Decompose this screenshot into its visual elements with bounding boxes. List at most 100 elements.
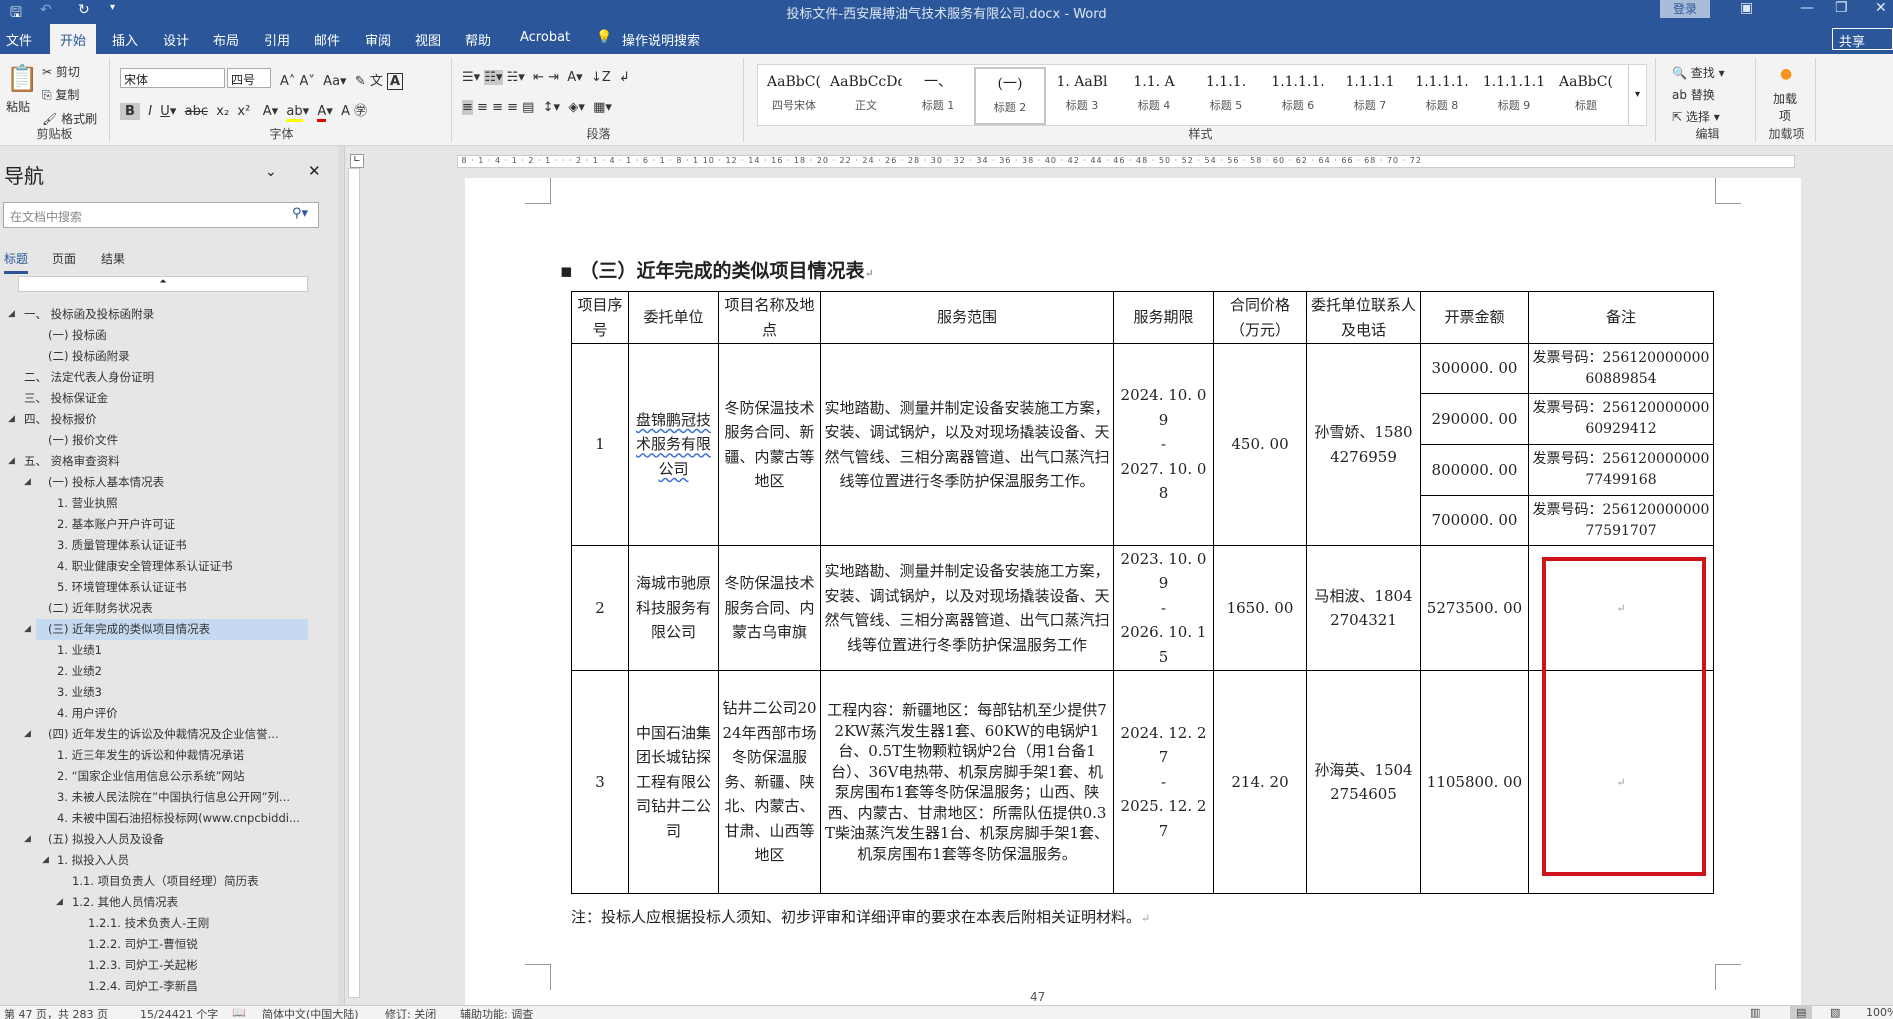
font-size-select[interactable]: 四号	[227, 68, 271, 88]
copy-button[interactable]: ⎘ 复制	[42, 86, 79, 103]
select-button[interactable]: ⇱ 选择 ▾	[1672, 108, 1720, 125]
paste-button[interactable]: 粘贴	[6, 98, 30, 115]
nav-heading-item[interactable]: (三) 近年完成的类似项目情况表	[36, 619, 308, 640]
accessibility-status[interactable]: 辅助功能: 调查	[460, 1006, 533, 1019]
style-item[interactable]: (一) 标题 2	[974, 67, 1046, 125]
style-item[interactable]: 1.1.1.1 标题 7	[1334, 67, 1406, 125]
nav-heading-item[interactable]: 1.2.3. 司炉工-关起彬	[0, 955, 310, 976]
expand-triangle-icon[interactable]: ◢	[8, 414, 15, 424]
expand-triangle-icon[interactable]: ◢	[24, 729, 31, 739]
nav-heading-item[interactable]: 4. 未被中国石油招标投标网(www.cnpcbiddi...	[0, 808, 310, 829]
nav-heading-item[interactable]: 3. 质量管理体系认证证书	[0, 535, 310, 556]
nav-heading-item[interactable]: (二) 投标函附录	[0, 346, 310, 367]
tab-layout[interactable]: 布局	[213, 30, 239, 49]
tab-acrobat[interactable]: Acrobat	[520, 30, 570, 45]
expand-triangle-icon[interactable]: ◢	[24, 624, 31, 634]
read-mode-icon[interactable]: ▥	[1750, 1006, 1760, 1019]
nav-heading-item[interactable]: 4. 职业健康安全管理体系认证证书	[0, 556, 310, 577]
nav-heading-item[interactable]: 2. 业绩2	[0, 661, 310, 682]
nav-heading-item[interactable]: (一) 投标函	[0, 325, 310, 346]
ribbon-display-icon[interactable]: ▣	[1740, 0, 1753, 16]
nav-heading-item[interactable]: (五) 拟投入人员及设备	[0, 829, 310, 850]
tab-view[interactable]: 视图	[415, 30, 441, 49]
nav-heading-item[interactable]: 五、 资格审查资料	[0, 451, 310, 472]
expand-triangle-icon[interactable]: ◢	[42, 855, 49, 865]
font-size-buttons[interactable]: A˄ A˅ Aa▾ ✎ 文 A	[280, 70, 404, 90]
replace-button[interactable]: ab 替换	[1672, 86, 1715, 103]
search-icon[interactable]: ⚲▾	[292, 206, 308, 221]
style-item[interactable]: 1.1.1. 标题 5	[1190, 67, 1262, 125]
nav-heading-item[interactable]: 二、 法定代表人身份证明	[0, 367, 310, 388]
expand-triangle-icon[interactable]: ◢	[8, 456, 15, 466]
nav-heading-item[interactable]: 1. 业绩1	[0, 640, 310, 661]
web-layout-icon[interactable]: ▧	[1830, 1006, 1840, 1019]
style-item[interactable]: 1.1. A 标题 4	[1118, 67, 1190, 125]
nav-heading-item[interactable]: (一) 报价文件	[0, 430, 310, 451]
tell-me-search[interactable]: 操作说明搜索	[622, 30, 700, 49]
nav-heading-item[interactable]: 2. “国家企业信用信息公示系统”网站	[0, 766, 310, 787]
nav-heading-item[interactable]: 1.2.2. 司炉工-曹恒锐	[0, 934, 310, 955]
restore-icon[interactable]: ❐	[1835, 0, 1848, 16]
style-item[interactable]: AaBbCcDdI 正文	[830, 67, 902, 125]
cut-button[interactable]: ✂ 剪切	[42, 63, 80, 80]
find-button[interactable]: 🔍 查找 ▾	[1672, 64, 1725, 81]
expand-triangle-icon[interactable]: ◢	[24, 834, 31, 844]
expand-triangle-icon[interactable]: ◢	[56, 897, 63, 907]
style-item[interactable]: 1. AaBl 标题 3	[1046, 67, 1118, 125]
collapse-all-button[interactable]: ⏶	[18, 276, 308, 292]
print-layout-icon[interactable]: ▤	[1790, 1006, 1813, 1019]
share-button[interactable]: 共享	[1832, 28, 1893, 50]
style-item[interactable]: 1.1.1.1. 标题 6	[1262, 67, 1334, 125]
tab-help[interactable]: 帮助	[465, 30, 491, 49]
chevron-down-icon[interactable]: ⌄	[265, 164, 277, 180]
style-item[interactable]: 1.1.1.1.1 标题 9	[1478, 67, 1550, 125]
nav-heading-item[interactable]: 3. 业绩3	[0, 682, 310, 703]
tab-references[interactable]: 引用	[264, 30, 290, 49]
nav-tab-headings[interactable]: 标题	[4, 250, 29, 274]
list-buttons[interactable]: ☰▾ ☷▾ ☵▾ ⇤ ⇥ A▾ ↓Z ↲	[462, 70, 630, 85]
tab-insert[interactable]: 插入	[112, 30, 138, 49]
track-changes-status[interactable]: 修订: 关闭	[385, 1006, 436, 1019]
nav-heading-item[interactable]: 四、 投标报价	[0, 409, 310, 430]
nav-heading-item[interactable]: 4. 用户评价	[0, 703, 310, 724]
vertical-scrollbar[interactable]	[1862, 172, 1893, 1005]
nav-heading-item[interactable]: 3. 未被人民法院在”中国执行信息公开网”列...	[0, 787, 310, 808]
tab-selector[interactable]: ∟	[350, 154, 364, 168]
close-icon[interactable]: ✕	[1875, 0, 1887, 16]
nav-heading-item[interactable]: 2. 基本账户开户许可证	[0, 514, 310, 535]
proofing-icon[interactable]: 📖	[232, 1006, 246, 1019]
font-format-buttons[interactable]: B I U▾ abc x₂ x² A▾ ab▾ A▾ A ㊫	[120, 100, 367, 122]
nav-search-input[interactable]: 在文档中搜索	[3, 202, 319, 228]
style-item[interactable]: 1.1.1.1. 标题 8	[1406, 67, 1478, 125]
nav-heading-item[interactable]: 1.1. 项目负责人（项目经理）简历表	[0, 871, 310, 892]
zoom-level[interactable]: 100%	[1866, 1006, 1893, 1019]
tab-mailings[interactable]: 邮件	[314, 30, 340, 49]
nav-heading-item[interactable]: 三、 投标保证金	[0, 388, 310, 409]
nav-heading-item[interactable]: (二) 近年财务状况表	[0, 598, 310, 619]
font-name-select[interactable]: 宋体	[120, 68, 225, 88]
nav-tab-pages[interactable]: 页面	[52, 250, 76, 267]
style-item[interactable]: AaBbC(四号宋体	[758, 67, 830, 125]
nav-heading-item[interactable]: 1. 营业执照	[0, 493, 310, 514]
addins-button[interactable]: 加载项	[1768, 90, 1802, 124]
nav-heading-item[interactable]: 1.2.4. 司炉工-李新昌	[0, 976, 310, 997]
nav-heading-item[interactable]: (一) 投标人基本情况表	[0, 472, 310, 493]
styles-more-icon[interactable]: ▾	[1628, 65, 1646, 125]
expand-triangle-icon[interactable]: ◢	[24, 477, 31, 487]
page-count[interactable]: 第 47 页，共 283 页	[4, 1006, 108, 1019]
nav-heading-item[interactable]: 1. 近三年发生的诉讼和仲裁情况承诺	[0, 745, 310, 766]
style-item[interactable]: AaBbC(标题	[1550, 67, 1622, 125]
tab-file[interactable]: 文件	[6, 30, 32, 49]
nav-heading-item[interactable]: 5. 环境管理体系认证证书	[0, 577, 310, 598]
style-item[interactable]: 一、 标题 1	[902, 67, 974, 125]
paste-icon[interactable]: 📋	[6, 64, 38, 94]
nav-heading-item[interactable]: 一、 投标函及投标函附录	[0, 304, 310, 325]
close-pane-icon[interactable]: ✕	[308, 162, 321, 180]
word-count[interactable]: 15/24421 个字	[140, 1006, 218, 1019]
nav-heading-item[interactable]: 1.2. 其他人员情况表	[0, 892, 310, 913]
nav-heading-item[interactable]: 1.2.1. 技术负责人-王刚	[0, 913, 310, 934]
nav-heading-item[interactable]: (四) 近年发生的诉讼及仲裁情况及企业信誉...	[0, 724, 310, 745]
nav-tab-results[interactable]: 结果	[101, 250, 125, 267]
minimize-icon[interactable]: —	[1800, 0, 1814, 16]
language-status[interactable]: 简体中文(中国大陆)	[262, 1006, 359, 1019]
